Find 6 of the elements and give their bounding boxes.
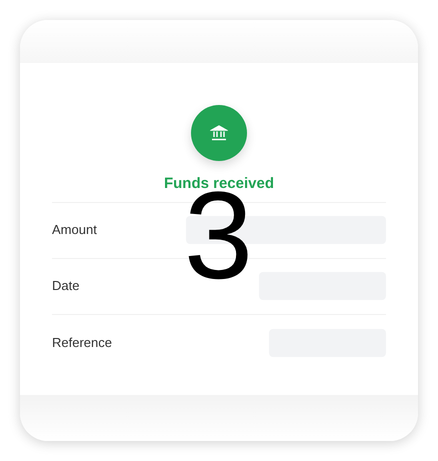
step-number: 3	[184, 191, 253, 283]
row-label: Date	[52, 277, 80, 296]
row-label: Amount	[52, 221, 97, 240]
status-title: Funds received	[164, 174, 274, 192]
row-label: Reference	[52, 334, 112, 352]
bank-icon	[210, 124, 228, 142]
